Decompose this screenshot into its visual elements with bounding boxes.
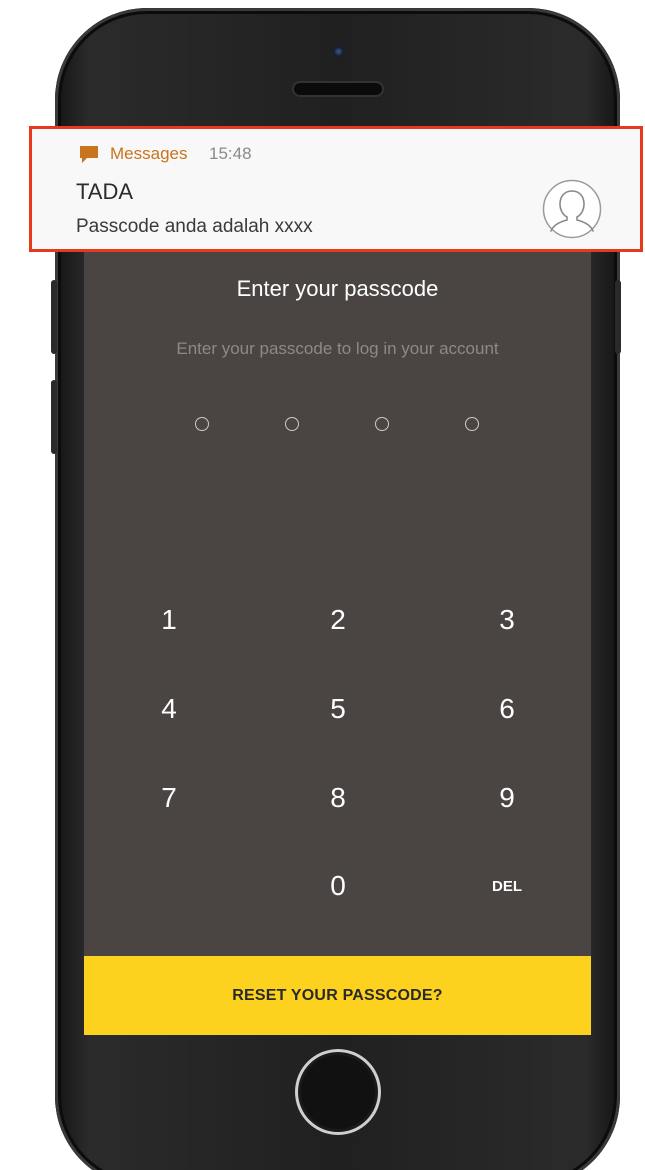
passcode-dot-1 xyxy=(195,417,209,431)
reset-passcode-button[interactable]: RESET YOUR PASSCODE? xyxy=(84,956,591,1035)
key-0[interactable]: 0 xyxy=(278,854,398,918)
reset-passcode-label: RESET YOUR PASSCODE? xyxy=(232,986,443,1004)
passcode-screen: Enter your passcode Enter your passcode … xyxy=(84,130,591,1035)
key-9[interactable]: 9 xyxy=(447,766,567,830)
notification-app-name: Messages xyxy=(110,144,188,163)
notification-body: Passcode anda adalah xxxx xyxy=(76,216,313,237)
delete-key[interactable]: DEL xyxy=(447,854,567,918)
notification-title: TADA xyxy=(76,179,134,204)
passcode-dot-3 xyxy=(375,417,389,431)
key-7[interactable]: 7 xyxy=(109,766,229,830)
contact-avatar-icon xyxy=(542,179,602,239)
message-notification[interactable]: Messages 15:48 TADA Passcode anda adalah… xyxy=(29,126,643,252)
message-bubble-icon xyxy=(80,146,98,163)
key-8[interactable]: 8 xyxy=(278,766,398,830)
key-3[interactable]: 3 xyxy=(447,588,567,652)
notification-time: 15:48 xyxy=(209,144,252,163)
passcode-subtitle: Enter your passcode to log in your accou… xyxy=(176,339,499,358)
passcode-dot-2 xyxy=(285,417,299,431)
key-1[interactable]: 1 xyxy=(109,588,229,652)
front-camera xyxy=(333,46,344,57)
home-button[interactable] xyxy=(295,1049,381,1135)
key-6[interactable]: 6 xyxy=(447,677,567,741)
key-4[interactable]: 4 xyxy=(109,677,229,741)
power-button xyxy=(615,280,621,354)
volume-down-button xyxy=(51,380,57,454)
key-5[interactable]: 5 xyxy=(278,677,398,741)
passcode-title: Enter your passcode xyxy=(236,276,439,301)
key-2[interactable]: 2 xyxy=(278,588,398,652)
volume-up-button xyxy=(51,280,57,354)
passcode-dot-4 xyxy=(465,417,479,431)
earpiece-speaker xyxy=(294,83,382,95)
